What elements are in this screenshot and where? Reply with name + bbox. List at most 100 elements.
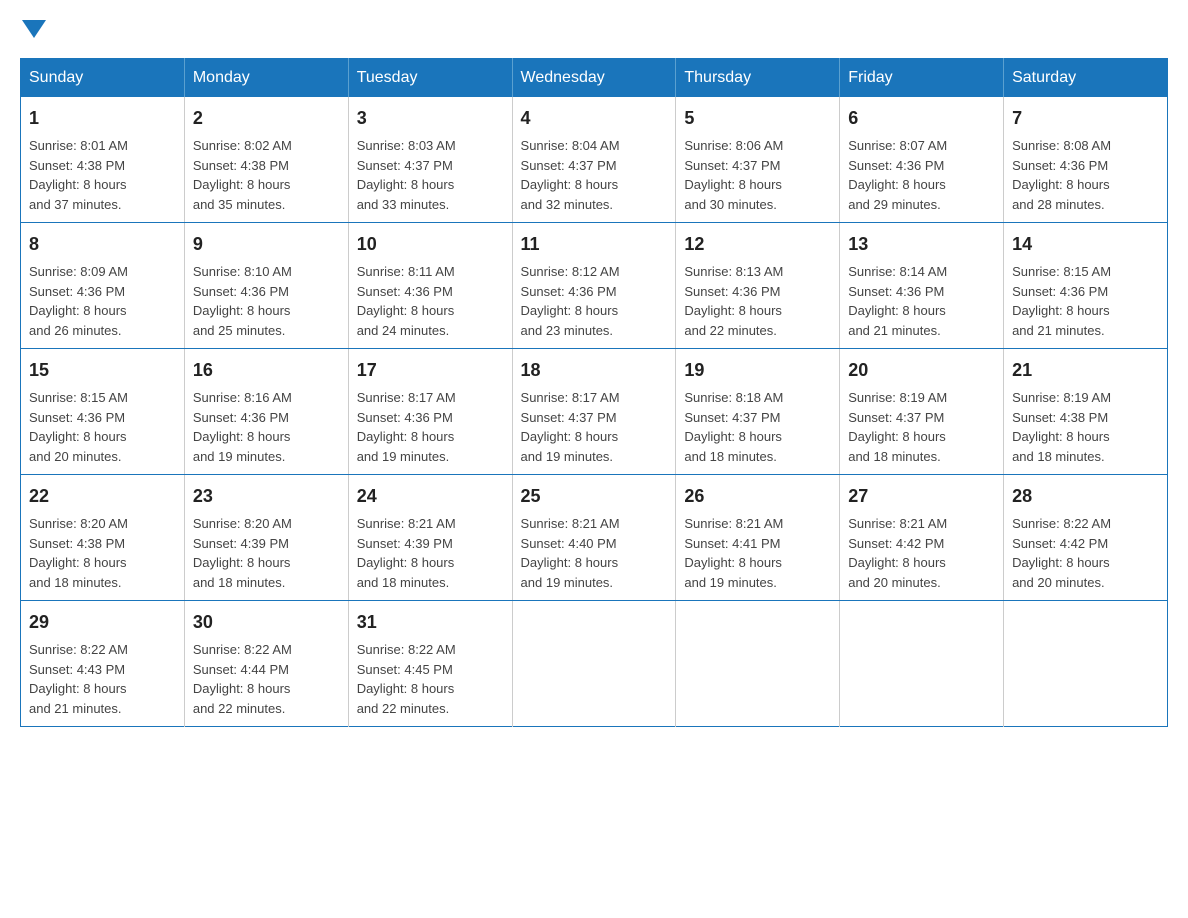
- day-info: Sunrise: 8:07 AMSunset: 4:36 PMDaylight:…: [848, 136, 995, 214]
- day-cell-12: 12Sunrise: 8:13 AMSunset: 4:36 PMDayligh…: [676, 223, 840, 349]
- day-info: Sunrise: 8:21 AMSunset: 4:42 PMDaylight:…: [848, 514, 995, 592]
- weekday-header-sunday: Sunday: [21, 59, 185, 98]
- day-number: 14: [1012, 231, 1159, 258]
- day-info: Sunrise: 8:17 AMSunset: 4:36 PMDaylight:…: [357, 388, 504, 466]
- day-cell-31: 31Sunrise: 8:22 AMSunset: 4:45 PMDayligh…: [348, 601, 512, 727]
- weekday-header-row: SundayMondayTuesdayWednesdayThursdayFrid…: [21, 59, 1168, 98]
- week-row-3: 15 Sunrise: 8:15 AMSunset: 4:36 PMDayligh…: [21, 349, 1168, 475]
- day-number: 15: [29, 357, 176, 384]
- day-cell-9: 9 Sunrise: 8:10 AMSunset: 4:36 PMDaylight…: [184, 223, 348, 349]
- day-info: Sunrise: 8:08 AMSunset: 4:36 PMDaylight:…: [1012, 136, 1159, 214]
- empty-cell: [840, 601, 1004, 727]
- day-cell-22: 22Sunrise: 8:20 AMSunset: 4:38 PMDayligh…: [21, 475, 185, 601]
- calendar-table: SundayMondayTuesdayWednesdayThursdayFrid…: [20, 58, 1168, 727]
- day-cell-27: 27 Sunrise: 8:21 AMSunset: 4:42 PMDayligh…: [840, 475, 1004, 601]
- day-cell-5: 5 Sunrise: 8:06 AMSunset: 4:37 PMDaylight…: [676, 97, 840, 223]
- page-header: [20, 20, 1168, 38]
- weekday-header-wednesday: Wednesday: [512, 59, 676, 98]
- day-info: Sunrise: 8:10 AMSunset: 4:36 PMDaylight:…: [193, 262, 340, 340]
- day-info: Sunrise: 8:03 AMSunset: 4:37 PMDaylight:…: [357, 136, 504, 214]
- empty-cell: [512, 601, 676, 727]
- day-number: 11: [521, 231, 668, 258]
- day-number: 7: [1012, 105, 1159, 132]
- weekday-header-tuesday: Tuesday: [348, 59, 512, 98]
- day-cell-10: 10 Sunrise: 8:11 AMSunset: 4:36 PMDayligh…: [348, 223, 512, 349]
- day-number: 31: [357, 609, 504, 636]
- day-number: 8: [29, 231, 176, 258]
- day-cell-23: 23 Sunrise: 8:20 AMSunset: 4:39 PMDayligh…: [184, 475, 348, 601]
- day-number: 12: [684, 231, 831, 258]
- day-info: Sunrise: 8:22 AMSunset: 4:43 PMDaylight:…: [29, 640, 176, 718]
- logo: [20, 20, 48, 38]
- day-number: 18: [521, 357, 668, 384]
- day-number: 2: [193, 105, 340, 132]
- day-info: Sunrise: 8:04 AMSunset: 4:37 PMDaylight:…: [521, 136, 668, 214]
- day-info: Sunrise: 8:21 AMSunset: 4:39 PMDaylight:…: [357, 514, 504, 592]
- week-row-2: 8 Sunrise: 8:09 AMSunset: 4:36 PMDaylight…: [21, 223, 1168, 349]
- day-cell-20: 20 Sunrise: 8:19 AMSunset: 4:37 PMDayligh…: [840, 349, 1004, 475]
- day-info: Sunrise: 8:15 AMSunset: 4:36 PMDaylight:…: [1012, 262, 1159, 340]
- day-cell-18: 18 Sunrise: 8:17 AMSunset: 4:37 PMDayligh…: [512, 349, 676, 475]
- day-info: Sunrise: 8:01 AMSunset: 4:38 PMDaylight:…: [29, 136, 176, 214]
- day-number: 22: [29, 483, 176, 510]
- day-cell-26: 26Sunrise: 8:21 AMSunset: 4:41 PMDayligh…: [676, 475, 840, 601]
- day-number: 28: [1012, 483, 1159, 510]
- day-info: Sunrise: 8:14 AMSunset: 4:36 PMDaylight:…: [848, 262, 995, 340]
- day-number: 5: [684, 105, 831, 132]
- day-info: Sunrise: 8:11 AMSunset: 4:36 PMDaylight:…: [357, 262, 504, 340]
- day-info: Sunrise: 8:22 AMSunset: 4:42 PMDaylight:…: [1012, 514, 1159, 592]
- day-info: Sunrise: 8:12 AMSunset: 4:36 PMDaylight:…: [521, 262, 668, 340]
- day-number: 25: [521, 483, 668, 510]
- day-number: 19: [684, 357, 831, 384]
- day-number: 23: [193, 483, 340, 510]
- day-info: Sunrise: 8:20 AMSunset: 4:39 PMDaylight:…: [193, 514, 340, 592]
- day-cell-11: 11 Sunrise: 8:12 AMSunset: 4:36 PMDayligh…: [512, 223, 676, 349]
- day-info: Sunrise: 8:19 AMSunset: 4:37 PMDaylight:…: [848, 388, 995, 466]
- day-number: 6: [848, 105, 995, 132]
- day-cell-8: 8 Sunrise: 8:09 AMSunset: 4:36 PMDaylight…: [21, 223, 185, 349]
- day-number: 9: [193, 231, 340, 258]
- day-number: 20: [848, 357, 995, 384]
- empty-cell: [676, 601, 840, 727]
- day-cell-7: 7 Sunrise: 8:08 AMSunset: 4:36 PMDaylight…: [1004, 97, 1168, 223]
- day-cell-17: 17 Sunrise: 8:17 AMSunset: 4:36 PMDayligh…: [348, 349, 512, 475]
- day-cell-15: 15 Sunrise: 8:15 AMSunset: 4:36 PMDayligh…: [21, 349, 185, 475]
- day-number: 13: [848, 231, 995, 258]
- day-number: 24: [357, 483, 504, 510]
- day-number: 29: [29, 609, 176, 636]
- day-cell-14: 14 Sunrise: 8:15 AMSunset: 4:36 PMDayligh…: [1004, 223, 1168, 349]
- day-cell-25: 25 Sunrise: 8:21 AMSunset: 4:40 PMDayligh…: [512, 475, 676, 601]
- day-number: 26: [684, 483, 831, 510]
- day-info: Sunrise: 8:02 AMSunset: 4:38 PMDaylight:…: [193, 136, 340, 214]
- week-row-1: 1 Sunrise: 8:01 AMSunset: 4:38 PMDaylight…: [21, 97, 1168, 223]
- day-cell-1: 1 Sunrise: 8:01 AMSunset: 4:38 PMDaylight…: [21, 97, 185, 223]
- day-info: Sunrise: 8:06 AMSunset: 4:37 PMDaylight:…: [684, 136, 831, 214]
- week-row-4: 22Sunrise: 8:20 AMSunset: 4:38 PMDayligh…: [21, 475, 1168, 601]
- day-info: Sunrise: 8:15 AMSunset: 4:36 PMDaylight:…: [29, 388, 176, 466]
- day-number: 30: [193, 609, 340, 636]
- day-info: Sunrise: 8:19 AMSunset: 4:38 PMDaylight:…: [1012, 388, 1159, 466]
- weekday-header-friday: Friday: [840, 59, 1004, 98]
- day-cell-3: 3 Sunrise: 8:03 AMSunset: 4:37 PMDaylight…: [348, 97, 512, 223]
- day-number: 16: [193, 357, 340, 384]
- week-row-5: 29 Sunrise: 8:22 AMSunset: 4:43 PMDayligh…: [21, 601, 1168, 727]
- day-cell-16: 16 Sunrise: 8:16 AMSunset: 4:36 PMDayligh…: [184, 349, 348, 475]
- day-number: 3: [357, 105, 504, 132]
- weekday-header-monday: Monday: [184, 59, 348, 98]
- day-cell-28: 28 Sunrise: 8:22 AMSunset: 4:42 PMDayligh…: [1004, 475, 1168, 601]
- day-number: 1: [29, 105, 176, 132]
- day-number: 27: [848, 483, 995, 510]
- day-cell-29: 29 Sunrise: 8:22 AMSunset: 4:43 PMDayligh…: [21, 601, 185, 727]
- day-cell-6: 6 Sunrise: 8:07 AMSunset: 4:36 PMDaylight…: [840, 97, 1004, 223]
- weekday-header-thursday: Thursday: [676, 59, 840, 98]
- day-number: 10: [357, 231, 504, 258]
- day-info: Sunrise: 8:09 AMSunset: 4:36 PMDaylight:…: [29, 262, 176, 340]
- logo-arrow-icon: [22, 20, 46, 38]
- day-number: 17: [357, 357, 504, 384]
- day-info: Sunrise: 8:17 AMSunset: 4:37 PMDaylight:…: [521, 388, 668, 466]
- day-cell-21: 21Sunrise: 8:19 AMSunset: 4:38 PMDayligh…: [1004, 349, 1168, 475]
- weekday-header-saturday: Saturday: [1004, 59, 1168, 98]
- day-info: Sunrise: 8:16 AMSunset: 4:36 PMDaylight:…: [193, 388, 340, 466]
- day-cell-13: 13 Sunrise: 8:14 AMSunset: 4:36 PMDayligh…: [840, 223, 1004, 349]
- day-info: Sunrise: 8:21 AMSunset: 4:40 PMDaylight:…: [521, 514, 668, 592]
